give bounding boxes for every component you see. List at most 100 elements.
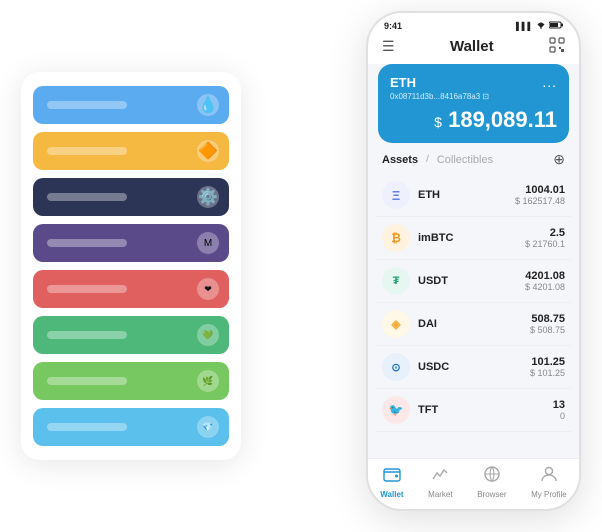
card-label-5 [47, 285, 127, 293]
card-icon-5: ❤ [197, 278, 219, 300]
card-item-7[interactable]: 🌿 [33, 362, 229, 400]
tab-separator: / [426, 154, 429, 165]
card-icon-4: M [197, 232, 219, 254]
asset-list: Ξ ETH 1004.01 $ 162517.48 ₿ imBTC 2.5 $ … [368, 174, 579, 458]
usdt-icon: ₮ [382, 267, 410, 295]
tft-name: TFT [418, 404, 438, 416]
nav-profile[interactable]: My Profile [531, 465, 567, 499]
asset-right-tft: 13 0 [553, 399, 565, 421]
tft-amount: 13 [553, 399, 565, 411]
eth-balance-amount: 189,089.11 [448, 107, 557, 132]
eth-usd: $ 162517.48 [515, 196, 565, 206]
asset-item-tft[interactable]: 🐦 TFT 13 0 [376, 389, 571, 432]
eth-card-balance: $ 189,089.11 [390, 107, 557, 133]
browser-nav-icon [483, 465, 501, 488]
imbtc-amount: 2.5 [525, 227, 565, 239]
scene: 💧 🔶 ⚙️ M ❤ 💚 🌿 💎 [21, 11, 581, 521]
market-nav-label: Market [428, 490, 452, 499]
card-panel: 💧 🔶 ⚙️ M ❤ 💚 🌿 💎 [21, 72, 241, 460]
asset-right-dai: 508.75 $ 508.75 [530, 313, 565, 335]
asset-right-usdt: 4201.08 $ 4201.08 [525, 270, 565, 292]
status-time: 9:41 [384, 21, 402, 31]
nav-wallet[interactable]: Wallet [380, 465, 403, 499]
asset-item-usdc[interactable]: ⊙ USDC 101.25 $ 101.25 [376, 346, 571, 389]
dai-amount: 508.75 [530, 313, 565, 325]
card-item-4[interactable]: M [33, 224, 229, 262]
card-label-4 [47, 239, 127, 247]
card-item-3[interactable]: ⚙️ [33, 178, 229, 216]
scan-icon[interactable] [549, 37, 565, 56]
imbtc-usd: $ 21760.1 [525, 239, 565, 249]
dai-usd: $ 508.75 [530, 325, 565, 335]
card-label-2 [47, 147, 127, 155]
card-item-6[interactable]: 💚 [33, 316, 229, 354]
asset-left-usdt: ₮ USDT [382, 267, 448, 295]
usdt-name: USDT [418, 275, 448, 287]
bottom-nav: Wallet Market [368, 458, 579, 509]
card-item-8[interactable]: 💎 [33, 408, 229, 446]
card-icon-7: 🌿 [197, 370, 219, 392]
asset-left-dai: ◈ DAI [382, 310, 437, 338]
assets-header: Assets / Collectibles ⊕ [368, 151, 579, 174]
phone-header: ☰ Wallet [368, 31, 579, 64]
usdc-icon: ⊙ [382, 353, 410, 381]
menu-icon[interactable]: ☰ [382, 38, 395, 55]
imbtc-name: imBTC [418, 232, 453, 244]
usdc-amount: 101.25 [530, 356, 565, 368]
tab-assets[interactable]: Assets [382, 154, 418, 166]
asset-right-eth: 1004.01 $ 162517.48 [515, 184, 565, 206]
header-title: Wallet [450, 38, 494, 55]
wifi-icon [536, 21, 546, 31]
add-asset-button[interactable]: ⊕ [553, 151, 565, 168]
nav-market[interactable]: Market [428, 465, 452, 499]
asset-right-imbtc: 2.5 $ 21760.1 [525, 227, 565, 249]
card-icon-2: 🔶 [197, 140, 219, 162]
card-label-3 [47, 193, 127, 201]
assets-tabs: Assets / Collectibles [382, 154, 493, 166]
asset-item-usdt[interactable]: ₮ USDT 4201.08 $ 4201.08 [376, 260, 571, 303]
asset-right-usdc: 101.25 $ 101.25 [530, 356, 565, 378]
card-label-1 [47, 101, 127, 109]
card-icon-3: ⚙️ [197, 186, 219, 208]
card-label-7 [47, 377, 127, 385]
status-bar: 9:41 ▌▌▌ [368, 13, 579, 31]
wallet-nav-icon [383, 465, 401, 488]
dai-name: DAI [418, 318, 437, 330]
card-item-1[interactable]: 💧 [33, 86, 229, 124]
tft-usd: 0 [553, 411, 565, 421]
tab-collectibles[interactable]: Collectibles [437, 154, 493, 166]
asset-left-imbtc: ₿ imBTC [382, 224, 453, 252]
market-nav-icon [431, 465, 449, 488]
eth-card-address: 0x08711d3b...8416a78a3 ⊡ [390, 92, 557, 101]
usdc-usd: $ 101.25 [530, 368, 565, 378]
eth-icon: Ξ [382, 181, 410, 209]
usdt-amount: 4201.08 [525, 270, 565, 282]
eth-card[interactable]: ETH ... 0x08711d3b...8416a78a3 ⊡ $ 189,0… [378, 64, 569, 143]
asset-item-eth[interactable]: Ξ ETH 1004.01 $ 162517.48 [376, 174, 571, 217]
eth-name: ETH [418, 189, 440, 201]
card-icon-1: 💧 [197, 94, 219, 116]
card-item-2[interactable]: 🔶 [33, 132, 229, 170]
profile-nav-label: My Profile [531, 490, 567, 499]
asset-item-imbtc[interactable]: ₿ imBTC 2.5 $ 21760.1 [376, 217, 571, 260]
usdt-usd: $ 4201.08 [525, 282, 565, 292]
asset-left-eth: Ξ ETH [382, 181, 440, 209]
nav-browser[interactable]: Browser [477, 465, 506, 499]
battery-icon [549, 21, 563, 31]
status-icons: ▌▌▌ [516, 21, 563, 31]
card-icon-8: 💎 [197, 416, 219, 438]
browser-nav-label: Browser [477, 490, 506, 499]
eth-card-menu-dots[interactable]: ... [542, 74, 557, 90]
card-item-5[interactable]: ❤ [33, 270, 229, 308]
asset-item-dai[interactable]: ◈ DAI 508.75 $ 508.75 [376, 303, 571, 346]
imbtc-icon: ₿ [382, 224, 410, 252]
wallet-nav-label: Wallet [380, 490, 403, 499]
card-label-8 [47, 423, 127, 431]
card-label-6 [47, 331, 127, 339]
phone: 9:41 ▌▌▌ ☰ Wallet [366, 11, 581, 511]
eth-currency-symbol: $ [434, 114, 442, 130]
eth-card-top: ETH ... [390, 74, 557, 90]
tft-icon: 🐦 [382, 396, 410, 424]
dai-icon: ◈ [382, 310, 410, 338]
asset-left-tft: 🐦 TFT [382, 396, 438, 424]
